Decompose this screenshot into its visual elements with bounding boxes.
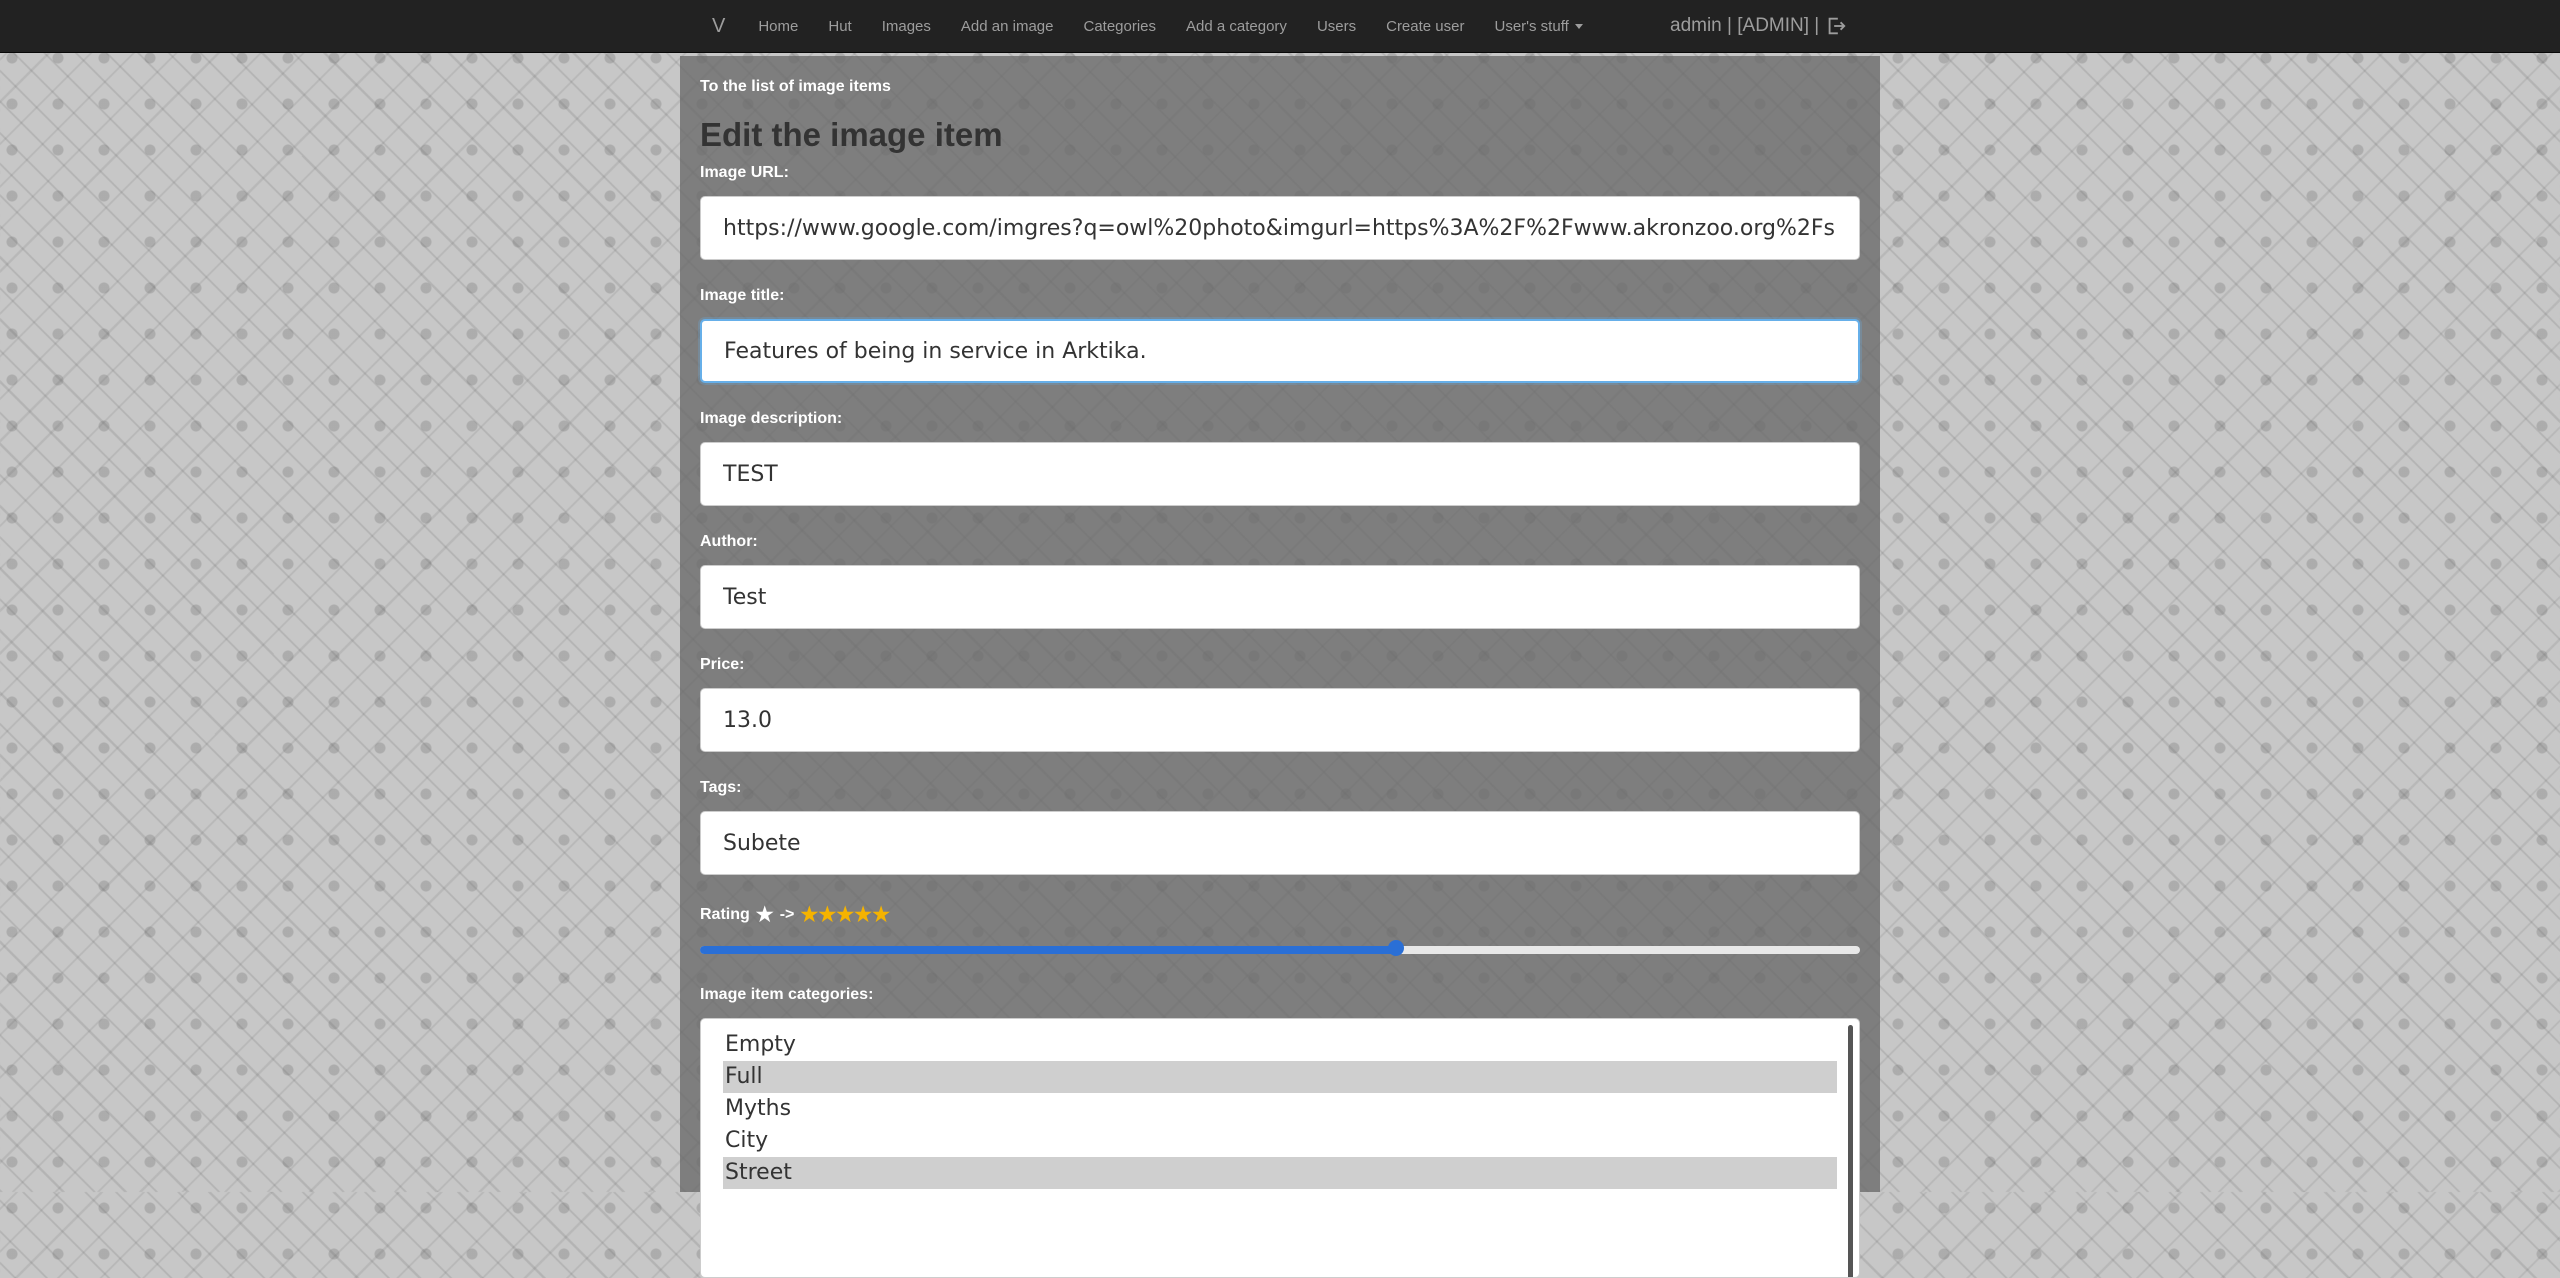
- image-description-input[interactable]: [700, 442, 1860, 506]
- rating-slider[interactable]: [700, 940, 1860, 956]
- nav-add-image[interactable]: Add an image: [946, 0, 1069, 52]
- caret-down-icon: [1574, 23, 1583, 29]
- user-label: admin | [ADMIN] |: [1670, 15, 1820, 36]
- back-to-list-link[interactable]: To the list of image items: [700, 78, 891, 96]
- price-input[interactable]: [700, 688, 1860, 752]
- categories-multiselect[interactable]: Empty Full Myths City Street: [700, 1018, 1860, 1278]
- tags-input[interactable]: [700, 811, 1860, 875]
- price-label: Price:: [700, 656, 745, 673]
- nav-users-stuff-label: User's stuff: [1494, 17, 1569, 35]
- edit-form-panel: To the list of image items Edit the imag…: [680, 56, 1880, 1278]
- categories-label: Image item categories:: [700, 986, 874, 1003]
- brand-logo[interactable]: V: [698, 0, 743, 52]
- nav-users[interactable]: Users: [1302, 0, 1371, 52]
- rating-label: Rating: [700, 905, 750, 923]
- rating-slider-thumb[interactable]: [1388, 940, 1404, 956]
- image-url-label: Image URL:: [700, 164, 789, 181]
- user-info: admin | [ADMIN] |: [1670, 0, 1847, 52]
- page-title: Edit the image item: [700, 116, 1003, 153]
- image-title-label: Image title:: [700, 287, 785, 304]
- star-icon: ★: [755, 904, 774, 926]
- rating-arrow: ->: [779, 905, 795, 923]
- category-option-empty[interactable]: Empty: [723, 1029, 1837, 1061]
- image-description-label: Image description:: [700, 410, 843, 427]
- rating-slider-fill: [700, 946, 1396, 954]
- nav-create-user[interactable]: Create user: [1371, 0, 1479, 52]
- nav-menu: V Home Hut Images Add an image Categorie…: [698, 0, 1598, 52]
- image-url-input[interactable]: [700, 196, 1860, 260]
- image-title-input[interactable]: [700, 319, 1860, 383]
- nav-categories[interactable]: Categories: [1068, 0, 1171, 52]
- category-option-full[interactable]: Full: [723, 1061, 1837, 1093]
- logout-icon[interactable]: [1825, 15, 1847, 37]
- nav-users-stuff-dropdown[interactable]: User's stuff: [1479, 0, 1597, 52]
- nav-home[interactable]: Home: [743, 0, 813, 52]
- author-input[interactable]: [700, 565, 1860, 629]
- tags-label: Tags:: [700, 779, 742, 796]
- listbox-scrollbar[interactable]: [1848, 1025, 1853, 1277]
- nav-add-category[interactable]: Add a category: [1171, 0, 1302, 52]
- category-option-city[interactable]: City: [723, 1125, 1837, 1157]
- author-label: Author:: [700, 533, 758, 550]
- category-option-myths[interactable]: Myths: [723, 1093, 1837, 1125]
- top-navbar: V Home Hut Images Add an image Categorie…: [0, 0, 2560, 53]
- nav-hut[interactable]: Hut: [813, 0, 866, 52]
- category-option-street[interactable]: Street: [723, 1157, 1837, 1189]
- rating-stars-icon: ★★★★★: [800, 904, 891, 926]
- nav-images[interactable]: Images: [867, 0, 946, 52]
- rating-row: Rating ★ -> ★★★★★: [700, 902, 890, 927]
